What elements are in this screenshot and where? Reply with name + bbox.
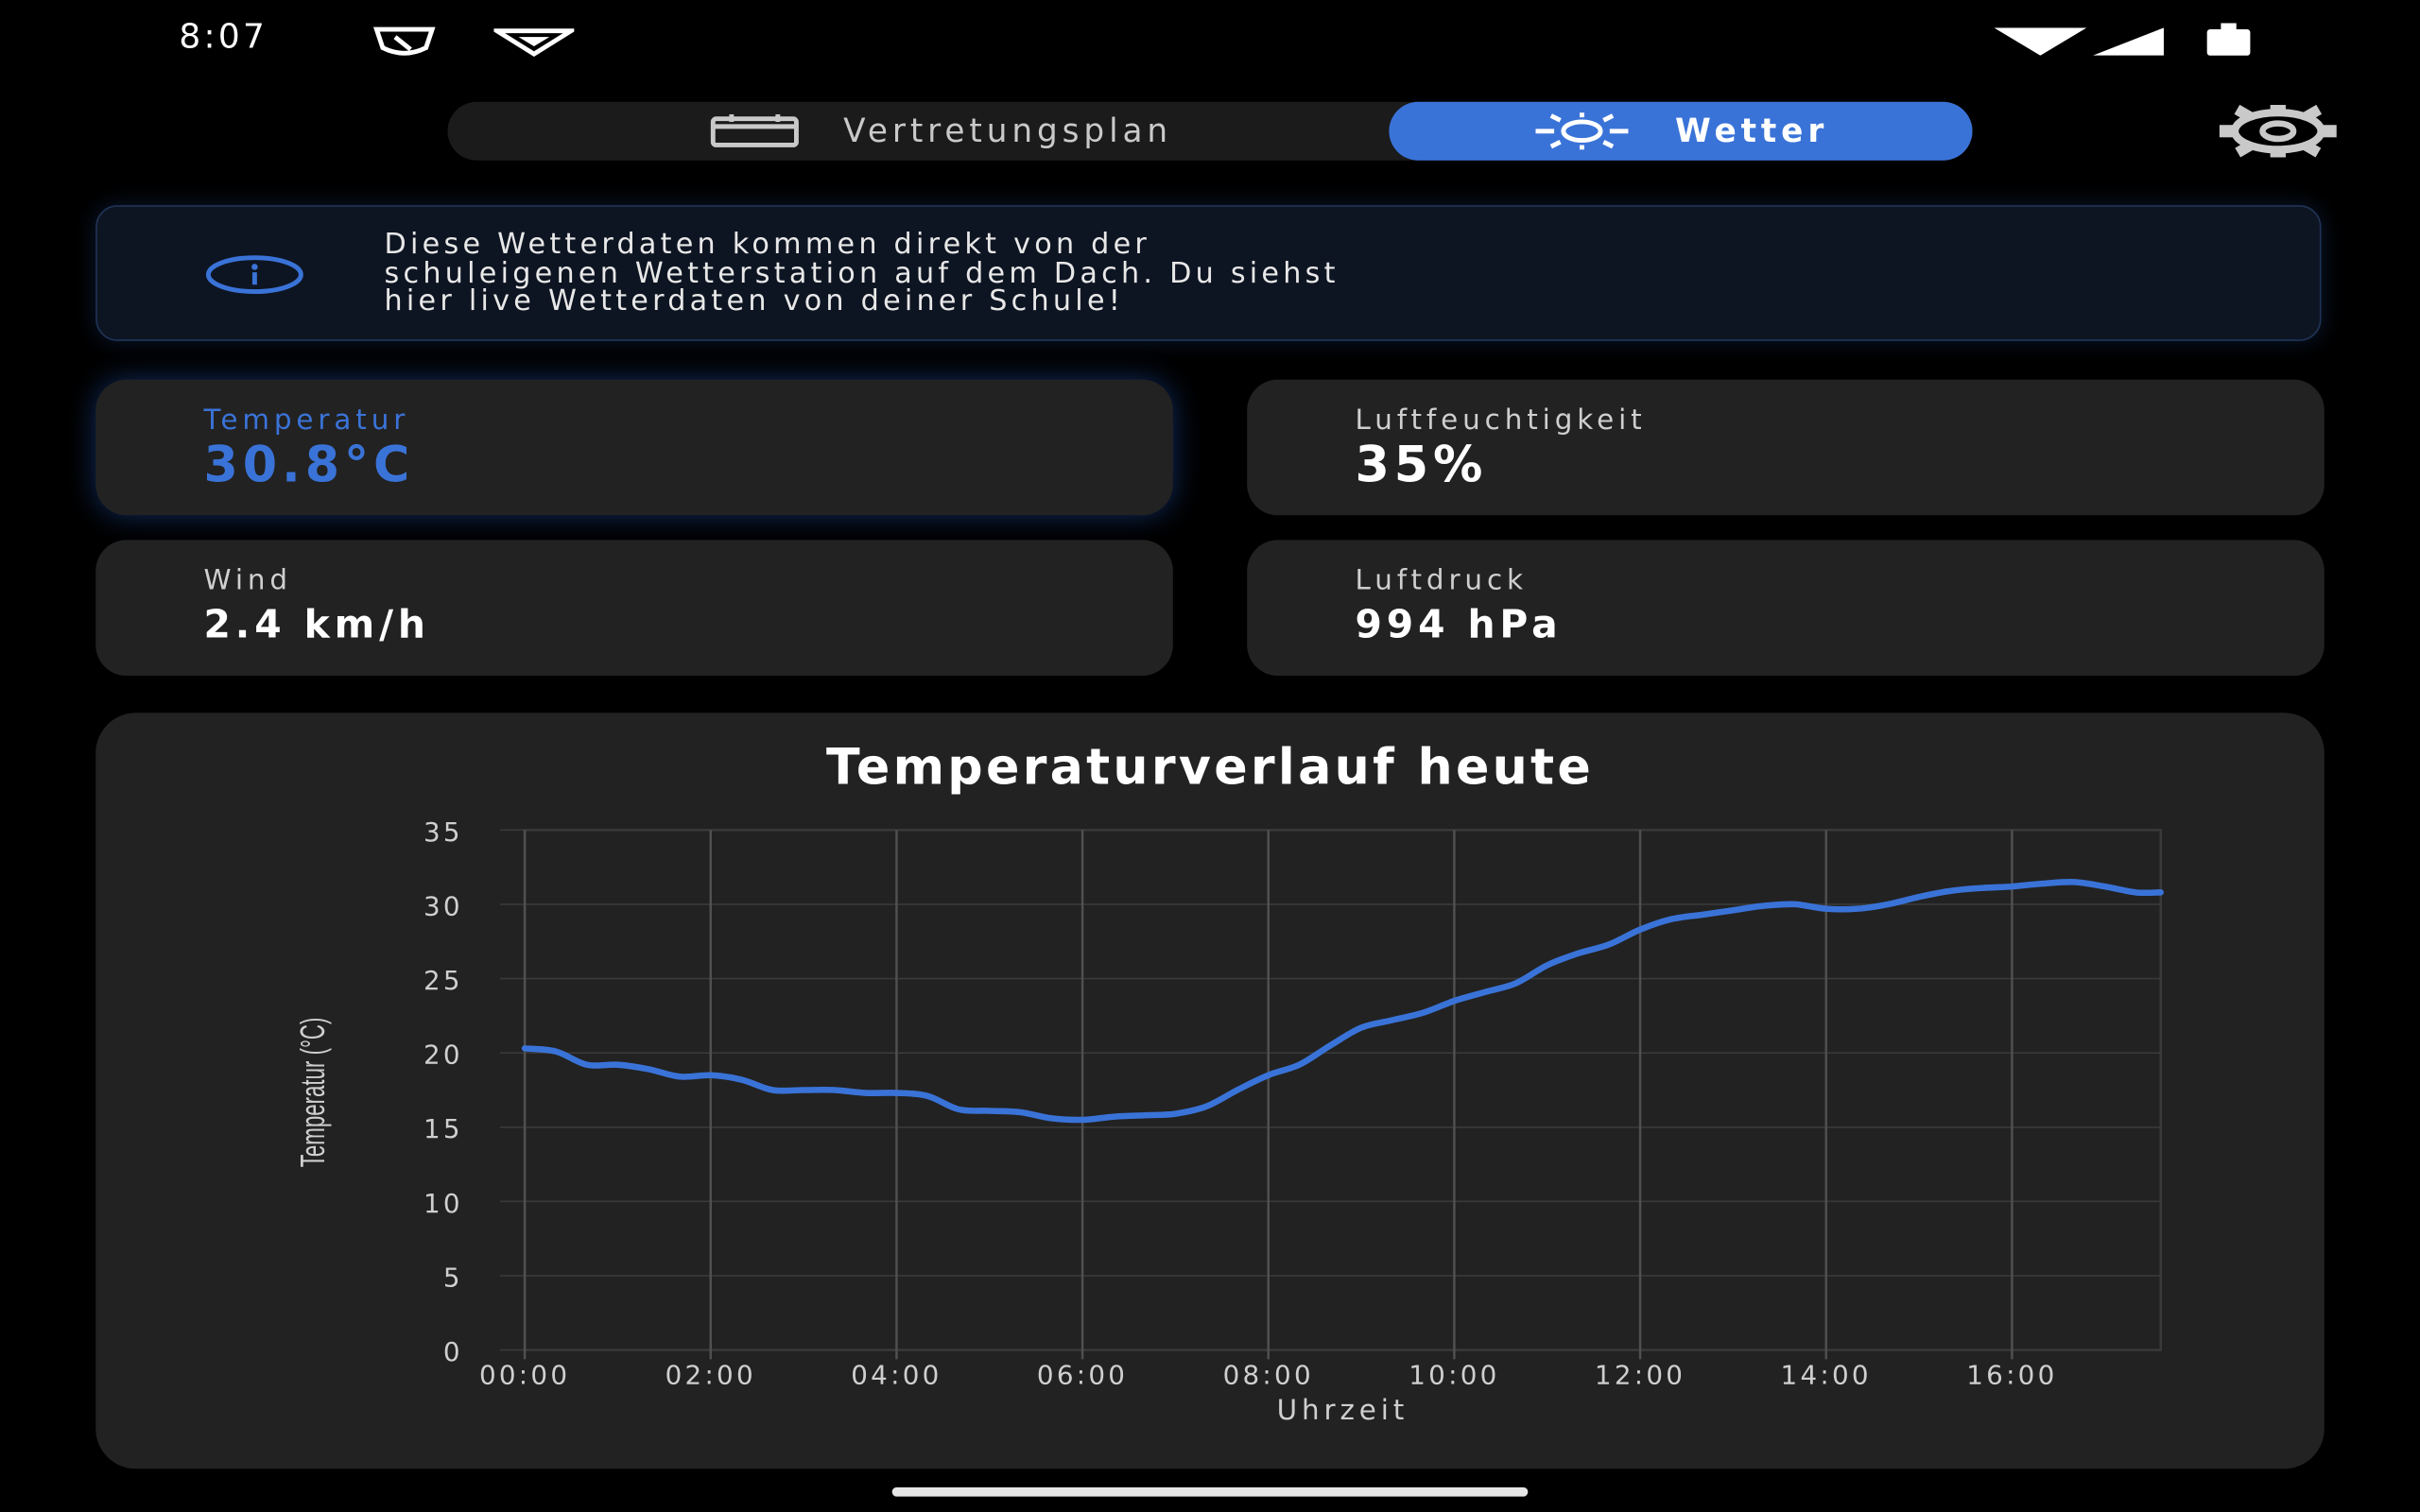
- y-tick-label: 5: [443, 1262, 463, 1293]
- temperature-chart-card: 0 5 10 15 20 25 30 35 00:00 02:00 04:00 06:00 08:00 1…: [95, 713, 2325, 1469]
- tab-wetter[interactable]: Wetter: [1389, 101, 1973, 161]
- y-tick-label: 10: [424, 1188, 463, 1219]
- tab-vertretungsplan[interactable]: Vertretungsplan: [510, 102, 1374, 161]
- metric-label: Luftdruck: [1355, 564, 1528, 597]
- signal-icon: [2092, 27, 2164, 56]
- info-banner: Diese Wetterdaten kommen direkt von der …: [95, 205, 2322, 341]
- status-time: 8:07: [179, 18, 268, 58]
- metric-card-temperatur[interactable]: Temperatur 30.8°C: [95, 379, 1173, 516]
- metric-label: Temperatur: [203, 404, 410, 438]
- x-tick-label: 08:00: [1223, 1359, 1314, 1390]
- y-tick-label: 30: [424, 890, 463, 921]
- x-tick-label: 12:00: [1595, 1359, 1685, 1390]
- y-tick-label: 20: [424, 1040, 463, 1071]
- y-tick-label: 25: [424, 965, 463, 996]
- metric-value: 2.4 km/h: [203, 601, 430, 647]
- info-icon: [205, 255, 303, 295]
- wifi-icon: [1994, 27, 2087, 56]
- temperature-chart: 0 5 10 15 20 25 30 35 00:00 02:00 04:00 06:00 08:00 1…: [295, 739, 2164, 1426]
- x-tick-label: 00:00: [479, 1359, 570, 1390]
- metric-value: 30.8°C: [203, 435, 415, 494]
- y-tick-label: 35: [424, 816, 463, 848]
- temperature-series-line: [521, 879, 2164, 1124]
- x-tick-label: 02:00: [666, 1359, 756, 1390]
- y-tick-label: 0: [443, 1336, 463, 1367]
- metric-label: Luftfeuchtigkeit: [1355, 404, 1647, 438]
- tab-wetter-label: Wetter: [1674, 112, 1829, 150]
- x-tick-label: 06:00: [1037, 1359, 1128, 1390]
- vpn-icon: [493, 28, 575, 58]
- gear-icon[interactable]: [2219, 105, 2337, 158]
- tab-bar: Vertretungsplan Wetter: [447, 101, 1973, 161]
- x-tick-label: 16:00: [1966, 1359, 2057, 1390]
- metric-value: 994 hPa: [1355, 601, 1563, 647]
- chart-xlabel: Uhrzeit: [1277, 1394, 1409, 1426]
- chart-ylabel: Temperatur (°C): [295, 1018, 333, 1168]
- home-indicator[interactable]: [891, 1486, 1529, 1497]
- x-tick-label: 04:00: [851, 1359, 942, 1390]
- y-tick-label: 15: [424, 1113, 463, 1144]
- sun-icon: [1536, 112, 1629, 150]
- x-tick-label: 14:00: [1781, 1359, 1872, 1390]
- x-tick-label: 10:00: [1409, 1359, 1499, 1390]
- tab-vertretungsplan-label: Vertretungsplan: [843, 112, 1173, 150]
- calendar-icon: [711, 113, 800, 147]
- metric-card-luftfeuchtigkeit[interactable]: Luftfeuchtigkeit 35%: [1247, 379, 2325, 516]
- info-text: Diese Wetterdaten kommen direkt von der …: [384, 228, 1340, 318]
- screen: 8:07 Vertretungsplan Wetter Diese Wetter…: [0, 0, 2420, 1512]
- metric-value: 35%: [1355, 435, 1488, 494]
- metric-card-luftdruck[interactable]: Luftdruck 994 hPa: [1247, 540, 2325, 677]
- metric-label: Wind: [203, 564, 292, 597]
- battery-icon: [2206, 23, 2251, 56]
- chart-title: Temperaturverlauf heute: [826, 739, 1594, 796]
- shield-icon: [372, 26, 436, 56]
- metric-card-wind[interactable]: Wind 2.4 km/h: [95, 540, 1173, 677]
